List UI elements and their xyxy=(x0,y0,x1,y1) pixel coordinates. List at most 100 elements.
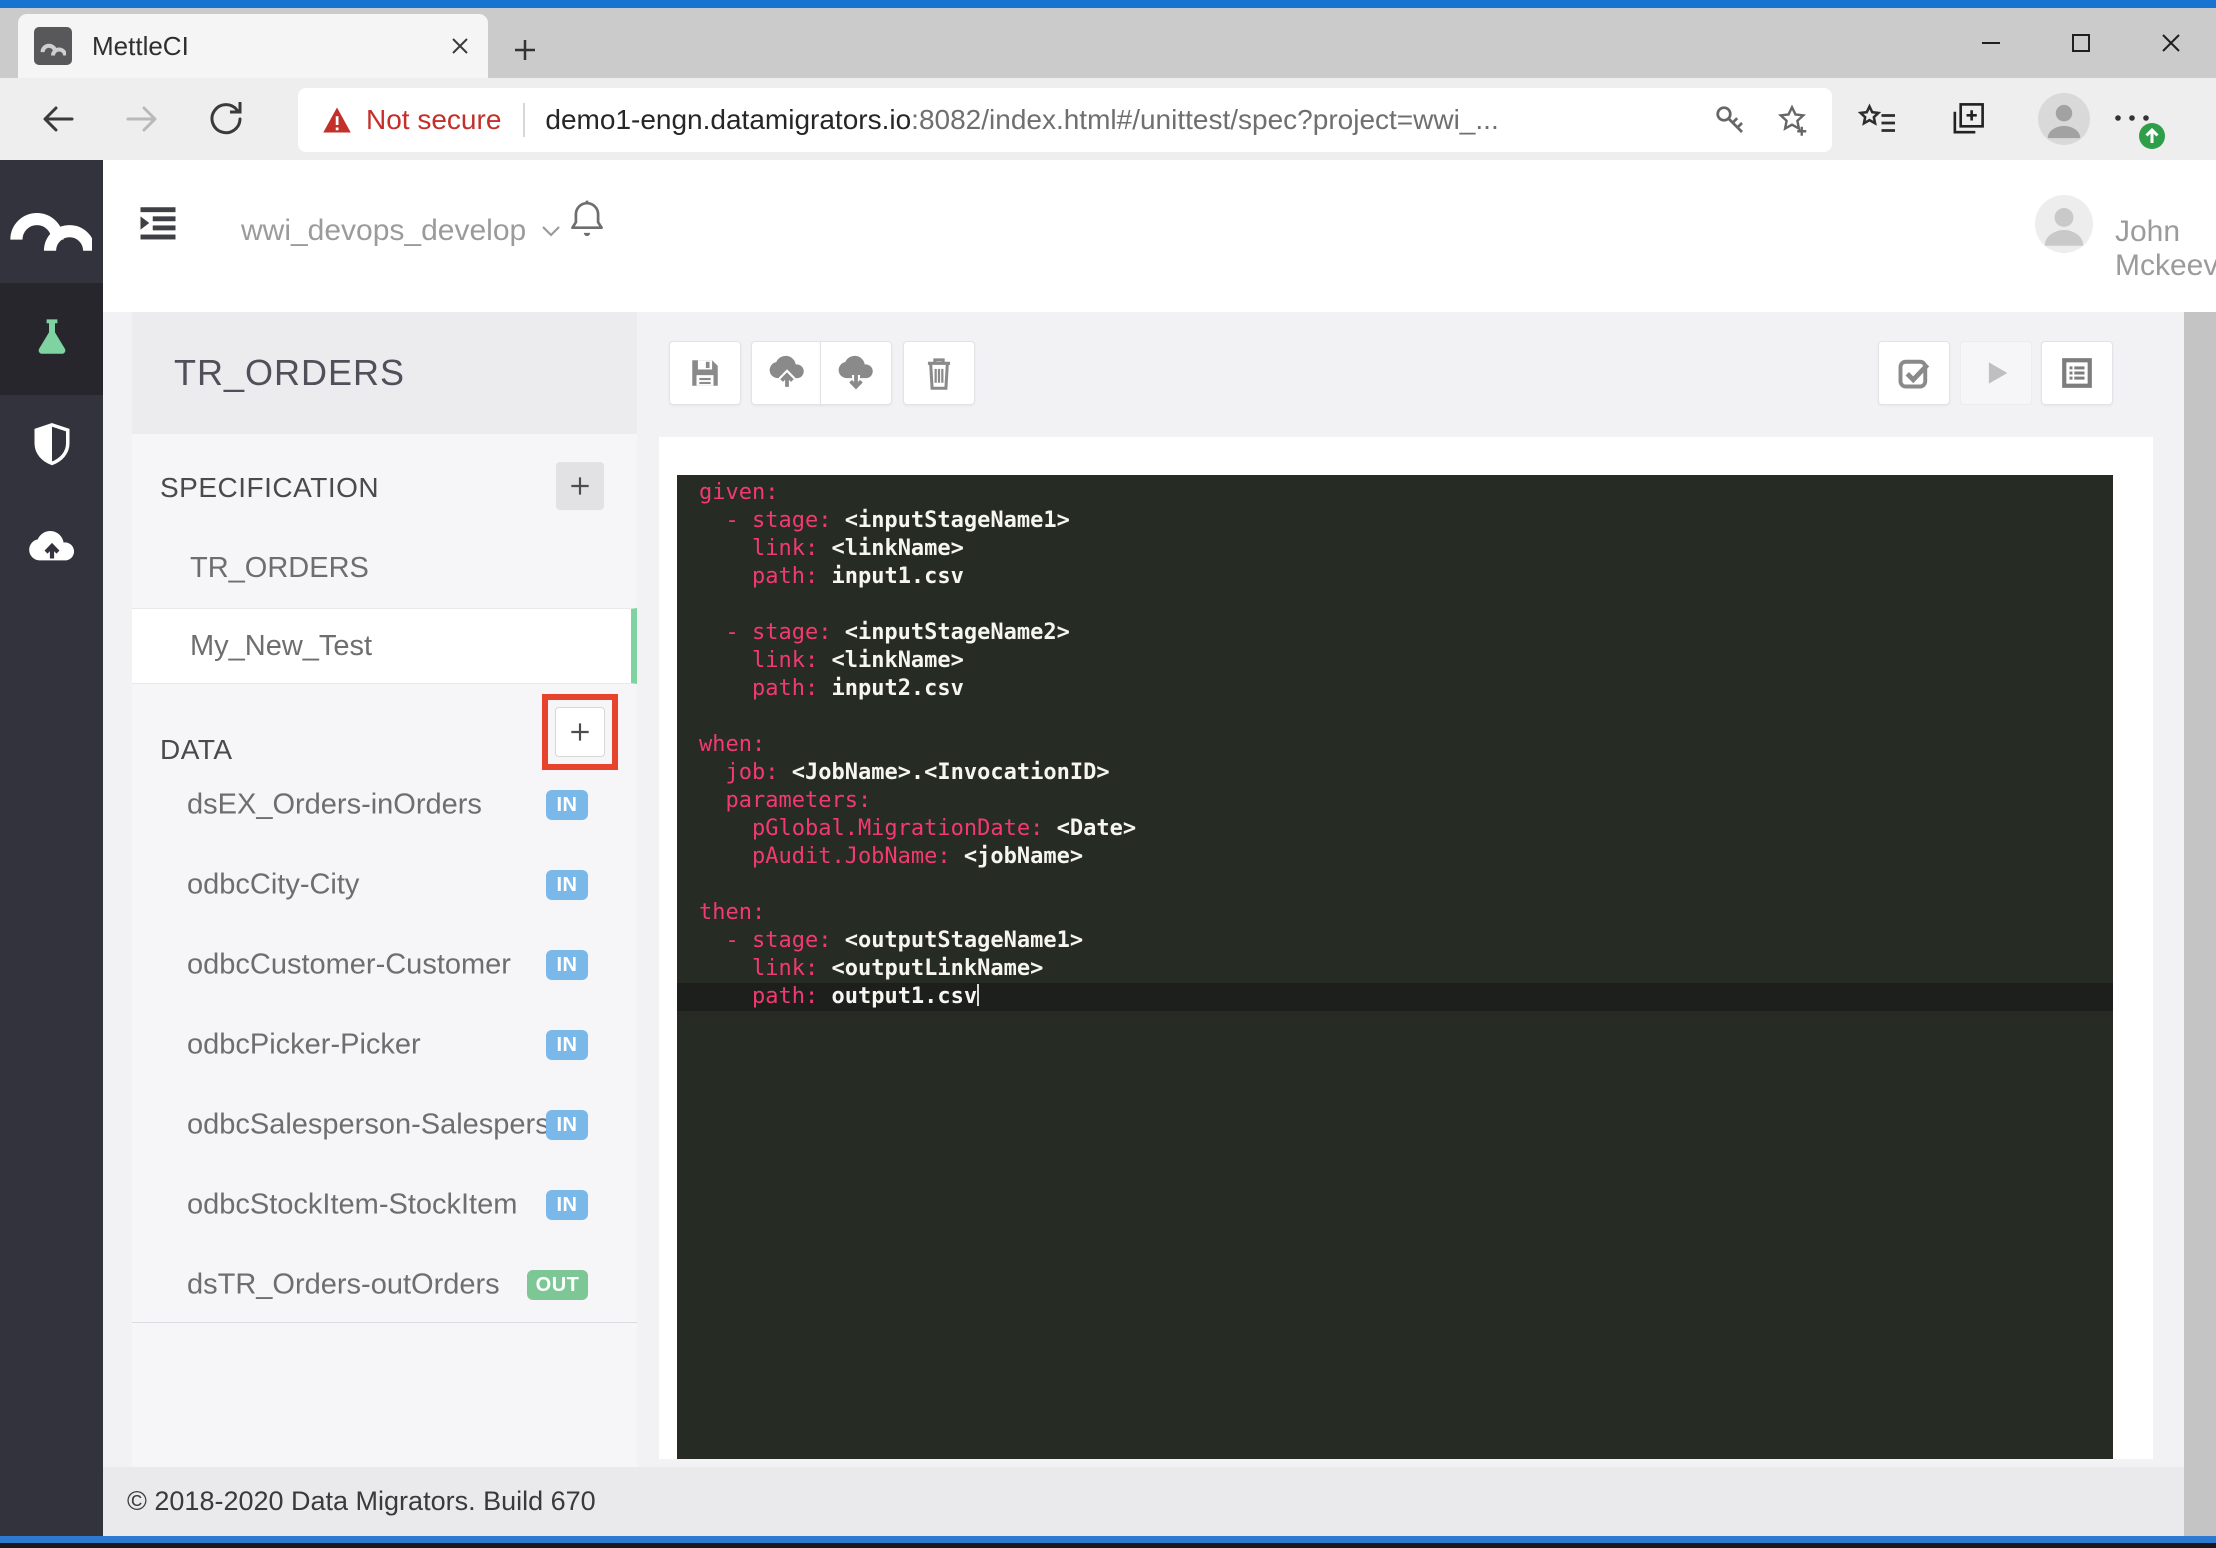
browser-navbar: Not secure demo1-engn.datamigrators.io:8… xyxy=(0,78,2216,160)
delete-button[interactable] xyxy=(903,341,975,405)
browser-tab[interactable]: MettleCI xyxy=(18,14,488,78)
maximize-button[interactable] xyxy=(2036,8,2126,78)
notifications-button[interactable] xyxy=(568,198,606,240)
code-line[interactable]: job: <JobName>.<InvocationID> xyxy=(677,759,2113,787)
url-bar[interactable]: Not secure demo1-engn.datamigrators.io:8… xyxy=(298,88,1832,152)
code-line[interactable]: when: xyxy=(677,731,2113,759)
flask-icon xyxy=(28,315,76,363)
back-button[interactable] xyxy=(36,97,80,141)
code-line[interactable] xyxy=(677,703,2113,731)
code-line[interactable]: pAudit.JobName: <jobName> xyxy=(677,843,2113,871)
code-line[interactable]: path: input1.csv xyxy=(677,563,2113,591)
project-dropdown[interactable]: wwi_devops_develop xyxy=(241,214,562,248)
code-line[interactable]: link: <outputLinkName> xyxy=(677,955,2113,983)
data-item[interactable]: odbcCity-City IN xyxy=(132,845,637,925)
spec-item-my-new-test[interactable]: My_New_Test xyxy=(132,608,637,684)
add-favorite-star-icon[interactable] xyxy=(1774,102,1810,138)
password-key-icon[interactable] xyxy=(1712,102,1748,138)
minimize-button[interactable] xyxy=(1946,8,2036,78)
direction-badge: IN xyxy=(546,790,588,820)
code-line[interactable]: path: output1.csv xyxy=(677,983,2113,1011)
copyright-text: © 2018-2020 Data Migrators. Build 670 xyxy=(127,1486,596,1517)
spec-item-label: My_New_Test xyxy=(190,630,372,663)
collections-icon[interactable] xyxy=(1948,100,1988,138)
panel-divider xyxy=(132,1322,637,1323)
add-specification-button[interactable] xyxy=(556,462,604,510)
browser-profile-avatar[interactable] xyxy=(2038,93,2090,145)
data-item-label: odbcSalesperson-Salesperson xyxy=(187,1109,582,1142)
cloud-download-icon xyxy=(837,355,875,391)
data-item[interactable]: dsTR_Orders-outOrders OUT xyxy=(132,1245,637,1325)
browser-update-badge-icon[interactable] xyxy=(2138,122,2166,150)
sidebar-item-compliance[interactable] xyxy=(0,400,103,490)
data-item-label: dsEX_Orders-inOrders xyxy=(187,789,482,822)
project-name: wwi_devops_develop xyxy=(241,214,526,248)
code-line[interactable]: - stage: <outputStageName1> xyxy=(677,927,2113,955)
mettleci-favicon-icon xyxy=(34,27,72,65)
indent-menu-icon xyxy=(137,202,179,244)
download-button[interactable] xyxy=(820,341,892,405)
forward-button[interactable] xyxy=(120,97,164,141)
spec-panel-title: TR_ORDERS xyxy=(174,312,405,434)
url-text[interactable]: demo1-engn.datamigrators.io:8082/index.h… xyxy=(545,104,1498,136)
favorites-bar-icon[interactable] xyxy=(1856,102,1898,138)
code-line[interactable]: path: input2.csv xyxy=(677,675,2113,703)
code-line[interactable]: given: xyxy=(677,479,2113,507)
direction-badge: IN xyxy=(546,1110,588,1140)
chevron-down-icon xyxy=(540,224,562,238)
save-button[interactable] xyxy=(669,341,741,405)
code-line[interactable]: parameters: xyxy=(677,787,2113,815)
section-specification-label: SPECIFICATION xyxy=(160,472,379,504)
data-item[interactable]: odbcCustomer-Customer IN xyxy=(132,925,637,1005)
user-avatar[interactable] xyxy=(2035,195,2093,253)
report-button[interactable] xyxy=(2041,341,2113,405)
code-editor[interactable]: given: - stage: <inputStageName1> link: … xyxy=(677,475,2113,1459)
run-button[interactable] xyxy=(1960,341,2032,405)
spec-item-tr-orders[interactable]: TR_ORDERS xyxy=(190,552,369,585)
trash-icon xyxy=(922,355,956,391)
code-line[interactable] xyxy=(677,591,2113,619)
app-topbar: wwi_devops_develop John Mckeever xyxy=(103,160,2216,312)
url-host: demo1-engn.datamigrators.io xyxy=(545,104,911,135)
content-scrollbar xyxy=(2184,312,2216,1536)
data-item[interactable]: odbcStockItem-StockItem IN xyxy=(132,1165,637,1245)
code-line[interactable]: pGlobal.MigrationDate: <Date> xyxy=(677,815,2113,843)
save-floppy-icon xyxy=(688,356,722,390)
code-line[interactable] xyxy=(677,871,2113,899)
sidebar-item-unit-test[interactable] xyxy=(0,283,103,395)
code-line[interactable]: link: <linkName> xyxy=(677,647,2113,675)
validate-button[interactable] xyxy=(1878,341,1950,405)
scrollbar-thumb[interactable] xyxy=(2184,312,2216,1536)
new-tab-button[interactable] xyxy=(505,30,545,70)
data-item[interactable]: dsEX_Orders-inOrders IN xyxy=(132,765,637,845)
upload-button[interactable] xyxy=(751,341,823,405)
sidebar-item-deploy[interactable] xyxy=(0,500,103,590)
direction-badge: OUT xyxy=(527,1270,588,1300)
sidebar-toggle-button[interactable] xyxy=(137,202,179,244)
code-line[interactable]: - stage: <inputStageName2> xyxy=(677,619,2113,647)
data-item[interactable]: odbcSalesperson-Salesperson IN xyxy=(132,1085,637,1165)
browser-titlebar: MettleCI xyxy=(0,8,2216,78)
add-data-button[interactable] xyxy=(555,707,605,757)
not-secure-warning-icon[interactable] xyxy=(322,106,352,134)
play-icon xyxy=(1979,356,2013,390)
plus-icon xyxy=(567,719,593,745)
url-path: :8082/index.html#/unittest/spec?project=… xyxy=(911,104,1499,135)
reload-button[interactable] xyxy=(204,97,248,141)
code-line[interactable]: link: <linkName> xyxy=(677,535,2113,563)
direction-badge: IN xyxy=(546,1030,588,1060)
tab-close-icon[interactable] xyxy=(448,34,472,58)
direction-badge: IN xyxy=(546,870,588,900)
cloud-upload-icon xyxy=(27,526,77,564)
bell-icon xyxy=(568,198,606,240)
user-name[interactable]: John Mckeever xyxy=(2115,215,2216,283)
code-line[interactable]: then: xyxy=(677,899,2113,927)
close-button[interactable] xyxy=(2126,8,2216,78)
code-line[interactable]: - stage: <inputStageName1> xyxy=(677,507,2113,535)
plus-icon xyxy=(567,473,593,499)
tab-title: MettleCI xyxy=(92,31,189,62)
data-item[interactable]: odbcPicker-Picker IN xyxy=(132,1005,637,1085)
window-bottom-edge xyxy=(0,1543,2216,1548)
not-secure-label[interactable]: Not secure xyxy=(366,104,501,136)
screen: MettleCI xyxy=(0,0,2216,1548)
